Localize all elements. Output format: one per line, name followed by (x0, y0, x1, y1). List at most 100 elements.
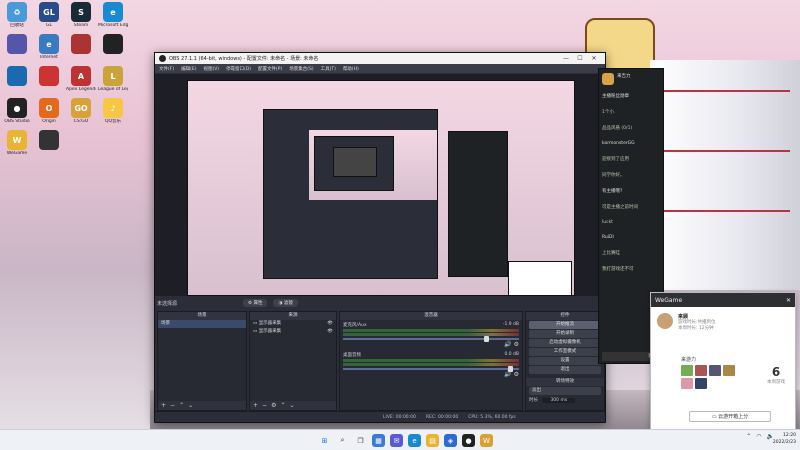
close-icon[interactable]: ✕ (587, 55, 601, 62)
source-item[interactable]: ▭ 显示器采集 👁 (250, 328, 336, 336)
desktop-icon-qq-music[interactable]: ♪ QQ音乐 (98, 98, 128, 124)
move-down-icon[interactable]: ⌄ (289, 402, 294, 409)
search-icon[interactable]: ⌕ (336, 434, 349, 447)
clock[interactable]: 12:20 2022/2/23 (773, 432, 796, 446)
add-icon[interactable]: + (253, 402, 258, 409)
desktop-icon-apex[interactable]: A Apex Legends (66, 66, 96, 92)
cloud-game-button[interactable]: ▭ 云游开箱上分 (689, 411, 771, 422)
game-tile[interactable] (723, 365, 735, 376)
desktop-icon-label: QQ音乐 (104, 119, 122, 124)
filters-button[interactable]: ◑ 滤镜 (273, 299, 298, 307)
obs-preview-canvas[interactable] (155, 74, 607, 296)
start-icon[interactable]: ⊞ (318, 434, 331, 447)
desktop-icon-lol[interactable]: LLeague of Legends (98, 66, 128, 92)
scenes-dock-title: 场景 (158, 312, 246, 320)
speaker-icon[interactable]: 🔊 (504, 341, 511, 348)
chevron-up-icon[interactable]: ⌃ (746, 433, 751, 440)
visibility-icon[interactable]: 👁 (327, 328, 336, 336)
desktop-icon-edge[interactable]: e Microsoft Edge (98, 2, 128, 28)
duration-input[interactable]: 300 ms (542, 398, 576, 403)
game-count-label: 本周游戏 (767, 380, 785, 385)
desktop-icon-recycle-bin[interactable]: ♻ 回收站 (2, 2, 32, 28)
minimize-icon[interactable]: — (559, 55, 573, 62)
source-item[interactable]: ▭ 显示器采集 👁 (250, 320, 336, 328)
volume-slider[interactable] (343, 366, 519, 372)
edge-icon[interactable]: e (408, 434, 421, 447)
desktop-icon-csgo[interactable]: GO CS:GO (66, 98, 96, 124)
menu-file[interactable]: 文件(F) (159, 66, 174, 72)
desktop-icon-label: Microsoft Edge (98, 23, 128, 28)
menu-scene-collection[interactable]: 场景集合(S) (289, 66, 313, 72)
store-icon[interactable]: ◈ (444, 434, 457, 447)
start-virtual-camera-button[interactable]: 启动虚拟摄像机 (529, 339, 601, 347)
scenes-dock-toolbar: + − ⌃ ⌄ (158, 401, 246, 410)
properties-button[interactable]: ⚙ 属性 (243, 299, 268, 307)
maximize-icon[interactable]: ☐ (573, 55, 587, 62)
close-icon[interactable]: ✕ (786, 297, 791, 304)
menu-help[interactable]: 帮助(H) (343, 66, 359, 72)
scene-item[interactable]: 场景 (158, 320, 246, 328)
obs-window[interactable]: OBS 27.1.1 (64-bit, windows) - 配置文件: 未命名… (154, 52, 607, 423)
wegame-icon[interactable]: W (480, 434, 493, 447)
qq-music-icon: ♪ (103, 98, 123, 118)
desktop-icon-app-10[interactable] (34, 66, 64, 87)
obs-titlebar[interactable]: OBS 27.1.1 (64-bit, windows) - 配置文件: 未命名… (155, 53, 605, 64)
mixer-dock: 混音器 麦克风/Aux -1.9 dB 🔊 ⚙ 桌面音频 0.0 dB 🔊 ⚙ (339, 311, 523, 411)
gear-icon[interactable]: ⚙ (514, 371, 519, 378)
visibility-icon[interactable]: 👁 (327, 320, 336, 328)
studio-mode-button[interactable]: 工作室模式 (529, 348, 601, 356)
move-up-icon[interactable]: ⌃ (179, 402, 184, 409)
desktop-icon-origin[interactable]: O Origin (34, 98, 64, 124)
desktop-icon-wegame[interactable]: W WeGame (2, 130, 32, 156)
game-tile[interactable] (681, 378, 693, 389)
game-tile[interactable] (681, 365, 693, 376)
app-5-icon (7, 34, 27, 54)
obs-icon[interactable]: ● (462, 434, 475, 447)
desktop-icon-obs-studio[interactable]: ● OBS Studio (2, 98, 32, 124)
desktop-icon-label: 回收站 (10, 23, 24, 28)
start-streaming-button[interactable]: 开始推流 (529, 321, 601, 329)
start-recording-button[interactable]: 开始录制 (529, 330, 601, 338)
transitions-title: 转场特效 (526, 378, 604, 386)
chat-icon[interactable]: ✉ (390, 434, 403, 447)
add-icon[interactable]: + (161, 402, 166, 409)
menu-view[interactable]: 视图(V) (203, 66, 219, 72)
desktop-icon-app-8[interactable] (98, 34, 128, 55)
widgets-icon[interactable]: ▦ (372, 434, 385, 447)
transition-select[interactable]: 淡出 (529, 387, 601, 395)
menu-docks[interactable]: 停靠窗口(D) (226, 66, 251, 72)
track-level: -1.9 dB (502, 322, 519, 327)
move-down-icon[interactable]: ⌄ (188, 402, 193, 409)
desktop-icon-app-7[interactable] (66, 34, 96, 55)
menu-tools[interactable]: 工具(T) (321, 66, 336, 72)
menu-edit[interactable]: 编辑(E) (181, 66, 196, 72)
preview-capture-chat (448, 131, 508, 277)
desktop-icon-app-18[interactable] (34, 130, 64, 151)
wifi-icon[interactable]: ◠ (756, 433, 761, 440)
explorer-icon[interactable]: ▤ (426, 434, 439, 447)
game-tile[interactable] (695, 365, 707, 376)
gear-icon[interactable]: ⚙ (514, 341, 519, 348)
desktop-icon-app-5[interactable] (2, 34, 32, 55)
remove-icon[interactable]: − (170, 402, 175, 409)
settings-button[interactable]: 设置 (529, 357, 601, 365)
game-tile[interactable] (695, 378, 707, 389)
chat-message: 我打游戏还不可 (602, 267, 634, 272)
desktop-icon-label: OBS Studio (4, 119, 30, 124)
desktop-icon-gl-app[interactable]: GL GL (34, 2, 64, 28)
slider-handle[interactable] (508, 366, 513, 372)
menu-profile[interactable]: 配置文件(P) (258, 66, 282, 72)
desktop-icon-steam[interactable]: S Steam (66, 2, 96, 28)
remove-icon[interactable]: − (262, 402, 267, 409)
desktop-icon-internet[interactable]: e Internet (34, 34, 64, 60)
speaker-icon[interactable]: 🔊 (504, 371, 511, 378)
gear-icon[interactable]: ⚙ (271, 402, 276, 409)
game-tile[interactable] (709, 365, 721, 376)
move-up-icon[interactable]: ⌃ (280, 402, 285, 409)
task-view-icon[interactable]: ❐ (354, 434, 367, 447)
desktop-icon-app-9[interactable] (2, 66, 32, 87)
volume-slider[interactable] (343, 336, 519, 342)
slider-handle[interactable] (484, 336, 489, 342)
exit-button[interactable]: 退出 (529, 366, 601, 374)
scenes-dock: 场景 场景 + − ⌃ ⌄ (157, 311, 247, 411)
